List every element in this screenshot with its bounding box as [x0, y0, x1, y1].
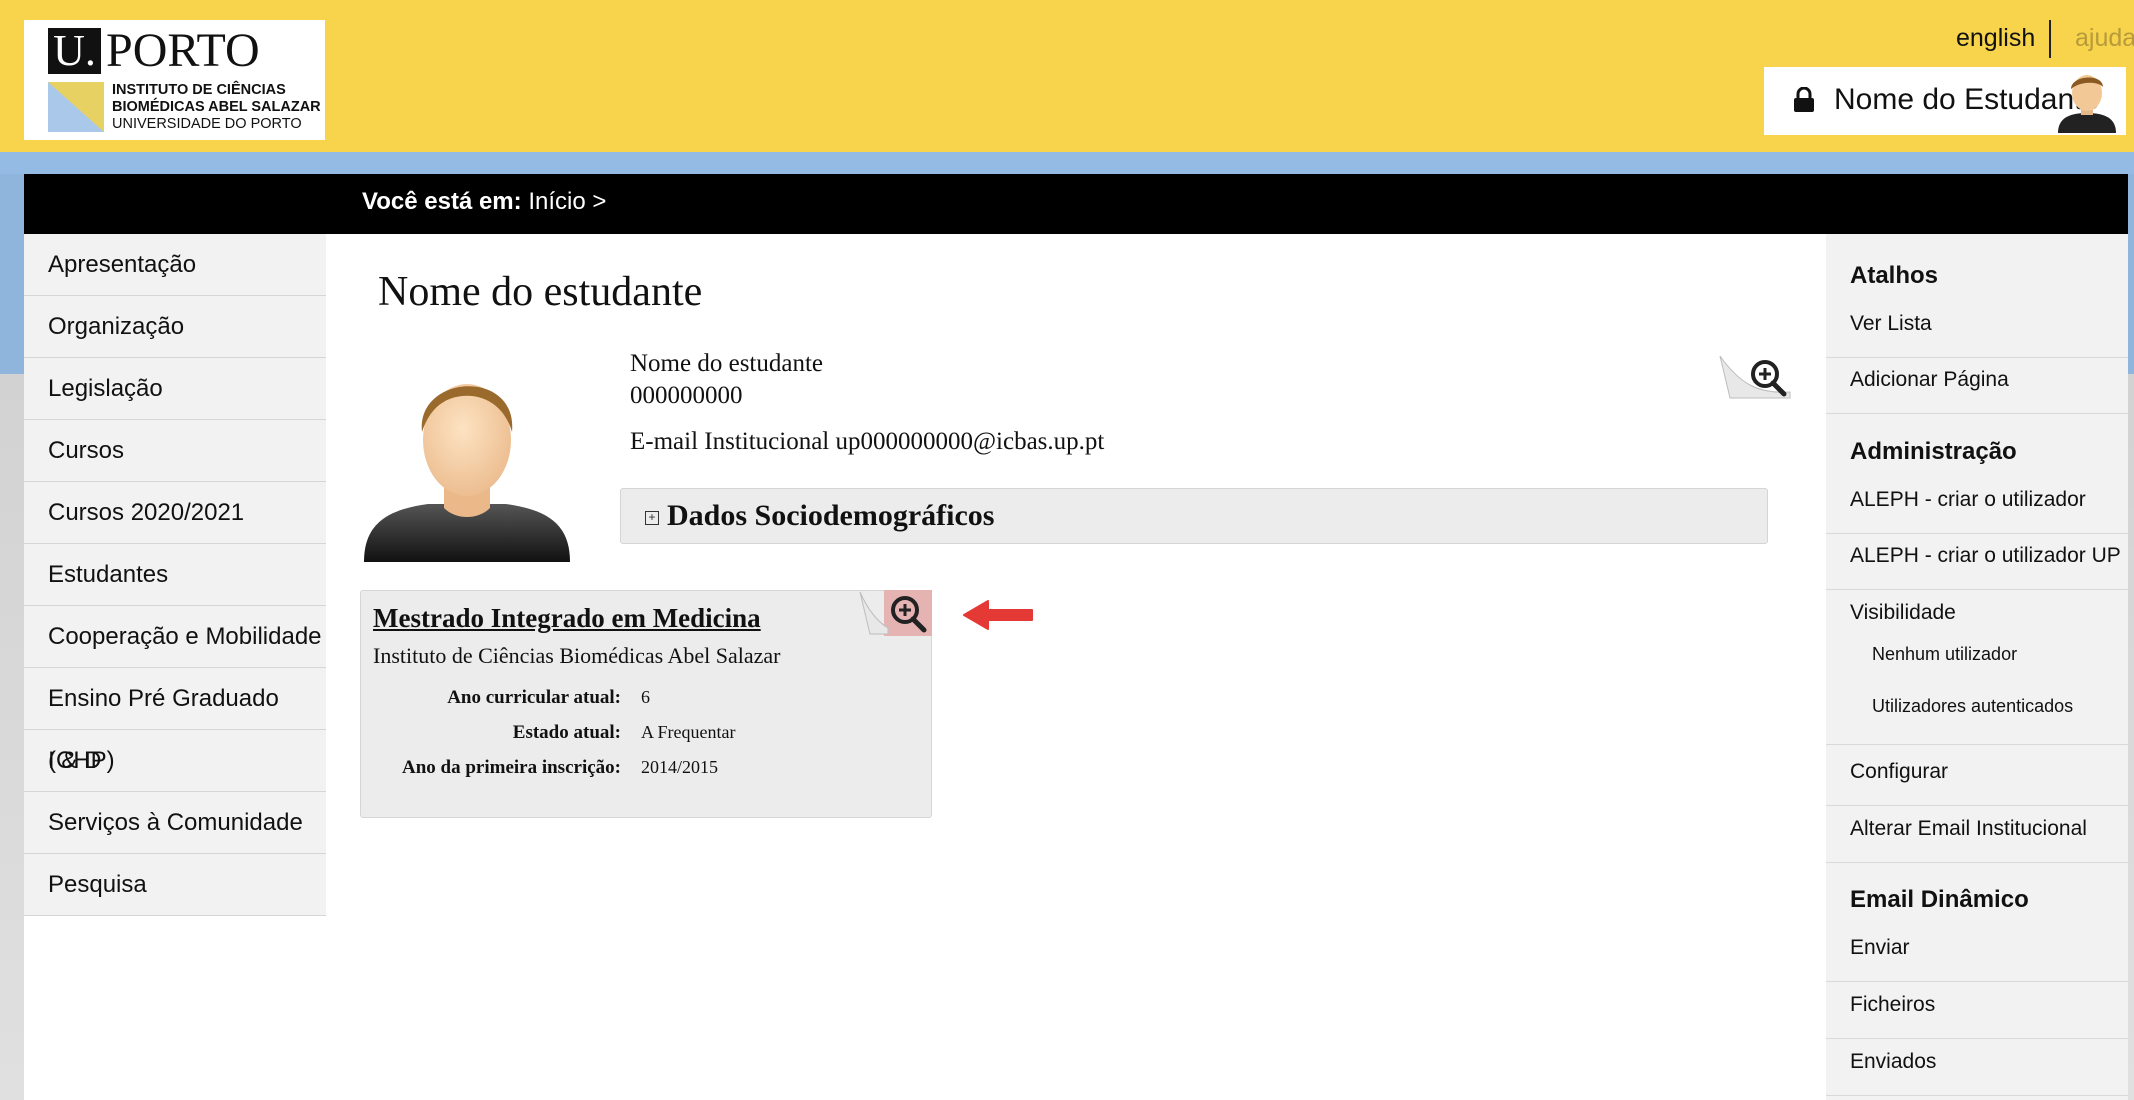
menu-item-cursos[interactable]: Cursos — [24, 420, 326, 482]
page-left-gutter — [0, 174, 24, 1100]
left-menu: Apresentação Organização Legislação Curs… — [24, 234, 326, 916]
sidebar-link-enviados[interactable]: Enviados — [1826, 1050, 2128, 1096]
course-field-value: A Frequentar — [641, 722, 736, 742]
sidebar-link-alterar-email[interactable]: Alterar Email Institucional — [1826, 817, 2128, 863]
menu-item-i-d[interactable]: I & D — [24, 730, 326, 792]
breadcrumb-home-link[interactable]: Início > — [528, 188, 606, 215]
user-avatar-icon — [2058, 75, 2116, 133]
breadcrumb-bar — [24, 174, 2128, 234]
user-session-box[interactable]: Nome do Estudante — [1764, 67, 2126, 135]
sidebar-link-aleph-criar[interactable]: ALEPH - criar o utilizador — [1826, 488, 2128, 534]
student-name: Nome do estudante — [630, 350, 824, 377]
right-sidebar: Atalhos Ver Lista Adicionar Página Admin… — [1826, 234, 2128, 1100]
sociodemographic-panel[interactable]: + Dados Sociodemográficos — [620, 488, 1768, 544]
header-link-separator — [2049, 20, 2051, 58]
menu-item-estudantes[interactable]: Estudantes — [24, 544, 326, 606]
sidebar-divider — [1826, 744, 2128, 745]
logo-line-3: UNIVERSIDADE DO PORTO — [112, 116, 302, 132]
menu-item-legislacao[interactable]: Legislação — [24, 358, 326, 420]
shortcuts-heading: Atalhos — [1850, 262, 1939, 289]
student-photo — [364, 384, 570, 562]
course-field-value: 2014/2015 — [641, 757, 719, 777]
course-card: Mestrado Integrado em Medicina Instituto… — [360, 590, 932, 818]
lock-icon — [1794, 87, 1814, 112]
menu-item-pesquisa[interactable]: Pesquisa — [24, 854, 326, 916]
zoom-course-icon[interactable] — [858, 590, 932, 636]
zoom-profile-icon[interactable] — [1718, 354, 1792, 400]
visibility-option-authenticated[interactable]: Utilizadores autenticados — [1826, 696, 2073, 717]
administration-heading: Administração — [1850, 438, 2017, 465]
course-title-link[interactable]: Mestrado Integrado em Medicina — [373, 603, 761, 634]
logo-emblem-accent — [48, 82, 104, 132]
logo-u-mark: U. — [48, 28, 101, 74]
sidebar-link-adicionar-pagina[interactable]: Adicionar Página — [1826, 368, 2128, 414]
header-blue-band — [0, 152, 2134, 174]
student-number: 000000000 — [630, 382, 743, 409]
logo-porto-text: PORTO — [106, 24, 260, 77]
course-field-label: Ano curricular atual: — [447, 687, 621, 708]
institutional-email: E-mail Institucional up000000000@icbas.u… — [630, 428, 1105, 455]
menu-item-organizacao[interactable]: Organização — [24, 296, 326, 358]
sidebar-link-aleph-criar-up[interactable]: ALEPH - criar o utilizador UP — [1826, 544, 2128, 590]
page-title: Nome do estudante — [378, 269, 703, 315]
sidebar-link-ver-lista[interactable]: Ver Lista — [1826, 312, 2128, 358]
breadcrumb: Você está em: Início > — [362, 188, 606, 216]
english-link[interactable]: english — [1956, 24, 2035, 53]
logo-line-2: BIOMÉDICAS ABEL SALAZAR — [112, 99, 321, 115]
course-field-label: Estado atual: — [512, 722, 621, 743]
sidebar-link-configurar[interactable]: Configurar — [1826, 760, 2128, 806]
red-arrow-icon — [963, 600, 1033, 630]
logo-line-1: INSTITUTO DE CIÊNCIAS — [112, 82, 286, 98]
menu-item-servicos-comunidade[interactable]: Serviços à Comunidade — [24, 792, 326, 854]
menu-item-apresentacao[interactable]: Apresentação — [24, 234, 326, 296]
expand-plus-icon[interactable]: + — [645, 511, 659, 525]
dynamic-email-heading: Email Dinâmico — [1850, 886, 2029, 913]
menu-item-cursos-2020-2021[interactable]: Cursos 2020/2021 — [24, 482, 326, 544]
menu-item-cooperacao[interactable]: Cooperação e Mobilidade — [24, 606, 326, 668]
sidebar-link-enviar[interactable]: Enviar — [1826, 936, 2128, 982]
course-school: Instituto de Ciências Biomédicas Abel Sa… — [373, 643, 781, 668]
sidebar-visibility-label: Visibilidade — [1850, 601, 1956, 624]
sidebar-link-ficheiros[interactable]: Ficheiros — [1826, 993, 2128, 1039]
help-link[interactable]: ajuda — [2075, 24, 2134, 53]
menu-item-ensino-pre-graduado[interactable]: Ensino Pré Graduado (CHP) — [24, 668, 326, 774]
visibility-option-none[interactable]: Nenhum utilizador — [1826, 644, 2017, 665]
breadcrumb-prefix: Você está em: — [362, 188, 522, 215]
page-right-gutter — [2128, 174, 2134, 1100]
course-field-label: Ano da primeira inscrição: — [401, 757, 621, 778]
course-field-value: 6 — [641, 687, 650, 707]
sociodemographic-title: Dados Sociodemográficos — [667, 499, 995, 532]
uporto-icbas-logo[interactable]: U. PORTO INSTITUTO DE CIÊNCIAS BIOMÉDICA… — [24, 20, 325, 140]
